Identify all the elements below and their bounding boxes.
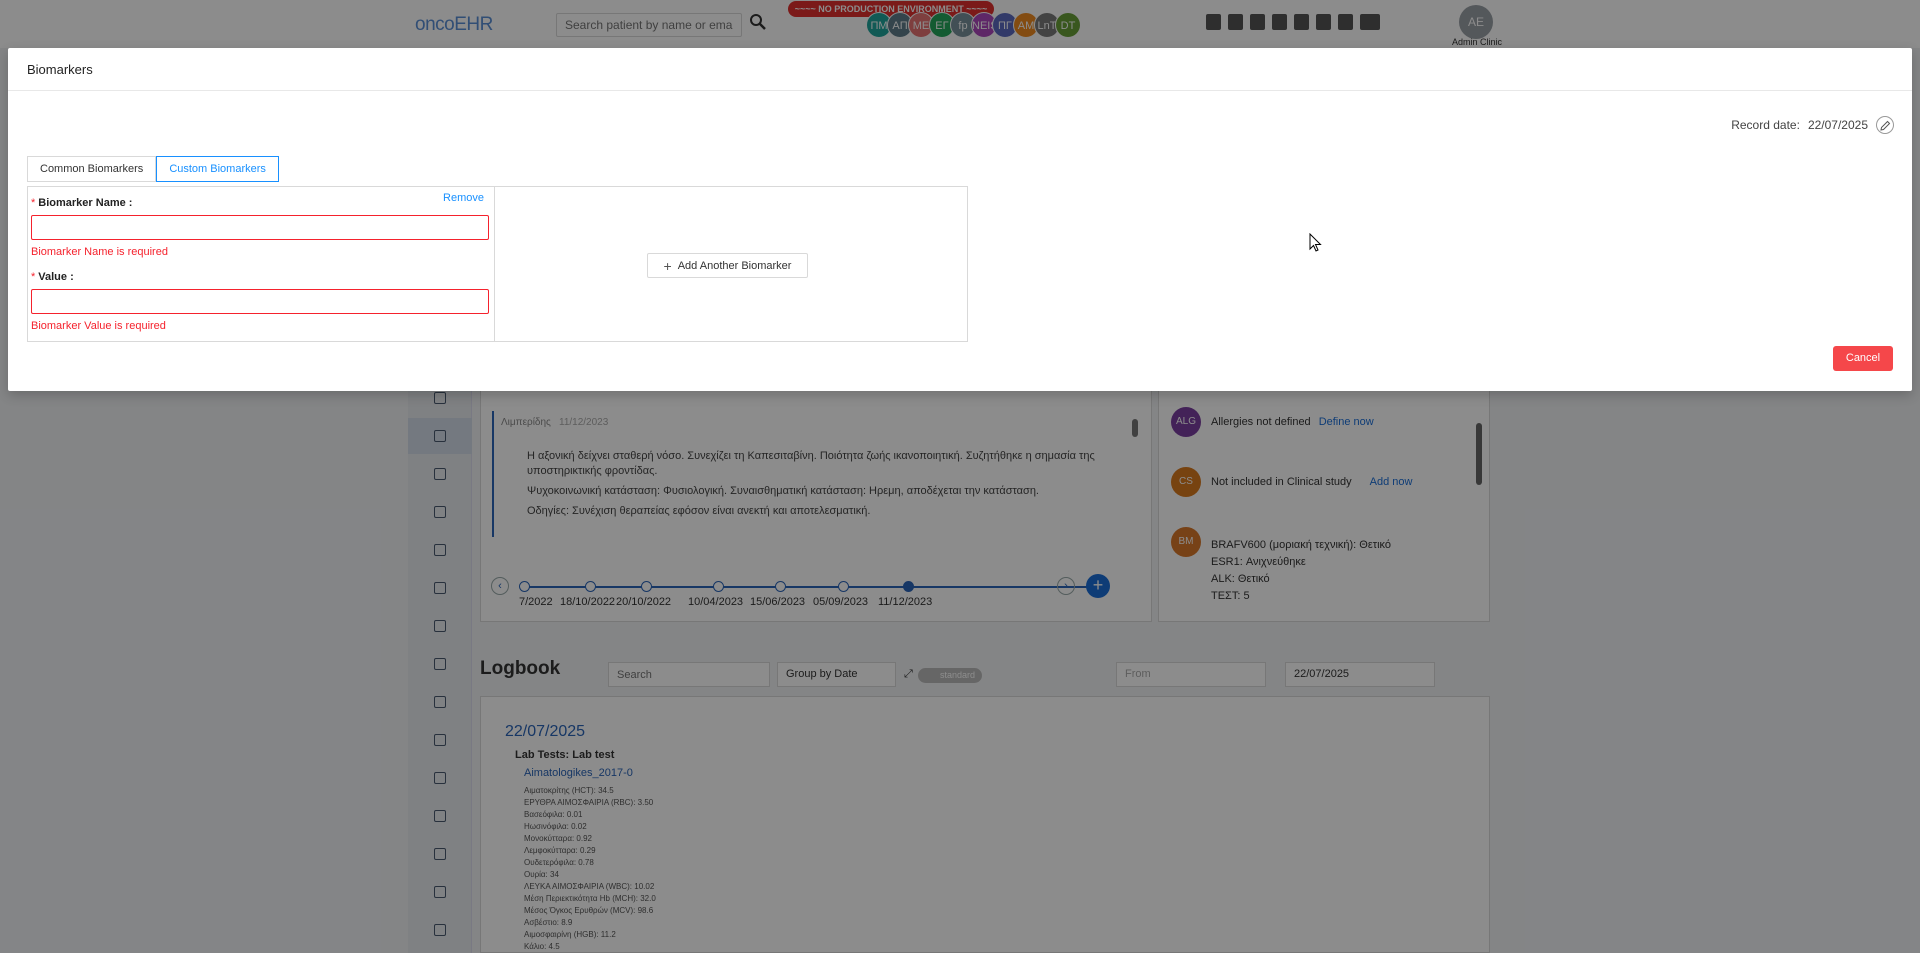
required-marker: * <box>31 271 36 283</box>
biomarker-name-label-text: Biomarker Name <box>38 197 126 209</box>
biomarkers-modal: Biomarkers Record date: 22/07/2025 Common… <box>8 48 1912 391</box>
record-date: Record date: 22/07/2025 <box>1731 118 1868 132</box>
required-marker: * <box>31 197 36 209</box>
modal-header: Biomarkers <box>8 48 1912 91</box>
biomarker-value-label: * Value : <box>31 271 74 283</box>
tab-custom-biomarkers[interactable]: Custom Biomarkers <box>156 156 279 182</box>
remove-biomarker-link[interactable]: Remove <box>443 192 484 204</box>
cancel-button[interactable]: Cancel <box>1833 346 1893 371</box>
modal-title: Biomarkers <box>27 62 93 77</box>
biomarker-tabs: Common Biomarkers Custom Biomarkers <box>27 156 279 182</box>
biomarker-name-error: Biomarker Name is required <box>31 246 168 258</box>
record-date-value: 22/07/2025 <box>1807 118 1868 132</box>
mouse-cursor-icon <box>1309 232 1323 256</box>
edit-date-icon[interactable] <box>1876 116 1894 134</box>
biomarker-name-label: * Biomarker Name : <box>31 197 133 209</box>
biomarker-value-label-text: Value <box>38 271 68 283</box>
custom-biomarker-form: Remove * Biomarker Name : Biomarker Name … <box>27 186 495 342</box>
biomarker-value-error: Biomarker Value is required <box>31 320 166 332</box>
add-biomarker-card: + Add Another Biomarker <box>494 186 968 342</box>
tab-common-biomarkers[interactable]: Common Biomarkers <box>27 156 157 182</box>
record-date-label: Record date: <box>1731 118 1800 132</box>
add-another-biomarker-button[interactable]: + Add Another Biomarker <box>647 253 808 278</box>
biomarker-value-input[interactable] <box>31 289 489 314</box>
biomarker-name-input[interactable] <box>31 215 489 240</box>
plus-icon: + <box>663 257 672 274</box>
add-another-biomarker-label: Add Another Biomarker <box>677 259 792 272</box>
